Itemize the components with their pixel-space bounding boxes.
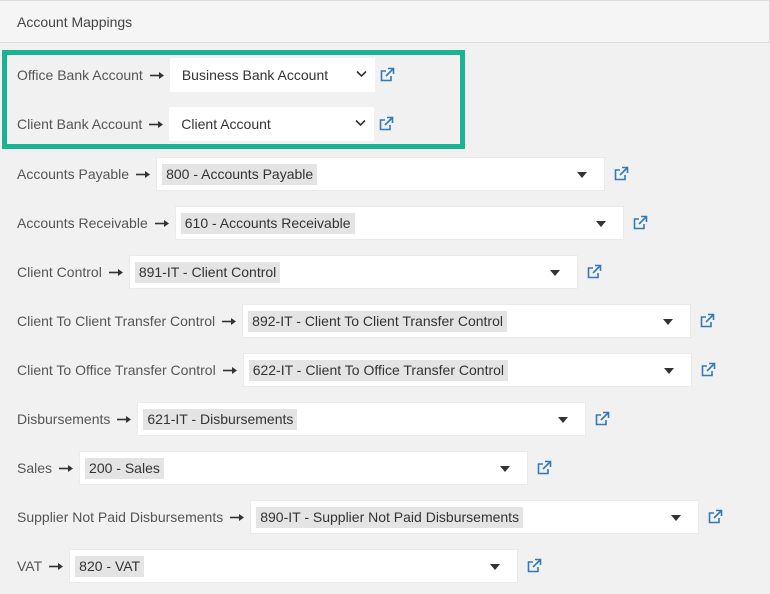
caret-down-icon <box>671 515 682 521</box>
external-link-icon[interactable] <box>699 313 715 329</box>
mapping-row-supplier-not-paid-disbursements: Supplier Not Paid Disbursements 890-IT -… <box>17 500 723 534</box>
right-arrow-icon <box>230 513 245 522</box>
caret-down-icon <box>500 466 511 472</box>
mapping-label: Client Bank Account <box>17 116 143 132</box>
client-to-office-transfer-control-select[interactable]: 622-IT - Client To Office Transfer Contr… <box>242 353 692 387</box>
caret-down-icon <box>558 417 569 423</box>
select-value: 622-IT - Client To Office Transfer Contr… <box>248 359 509 381</box>
mapping-label: Client To Client Transfer Control <box>17 313 216 329</box>
mapping-row-disbursements: Disbursements 621-IT - Disbursements <box>17 402 610 436</box>
mapping-row-accounts-payable: Accounts Payable 800 - Accounts Payable <box>17 157 629 191</box>
mapping-label: Accounts Receivable <box>17 215 148 231</box>
caret-down-icon <box>595 221 606 227</box>
select-value: 610 - Accounts Receivable <box>180 212 355 234</box>
external-link-icon[interactable] <box>536 460 552 476</box>
sales-select[interactable]: 200 - Sales <box>79 451 529 485</box>
external-link-icon[interactable] <box>594 411 610 427</box>
mapping-label: Accounts Payable <box>17 166 130 182</box>
select-value: 200 - Sales <box>85 457 164 479</box>
accounts-payable-select[interactable]: 800 - Accounts Payable <box>156 157 606 191</box>
select-value: 800 - Accounts Payable <box>162 163 318 185</box>
caret-down-icon <box>663 368 674 374</box>
caret-down-icon <box>490 564 501 570</box>
select-value: 820 - VAT <box>75 555 145 577</box>
external-link-icon[interactable] <box>586 264 602 280</box>
mapping-row-sales: Sales 200 - Sales <box>17 451 552 485</box>
mapping-row-accounts-receivable: Accounts Receivable 610 - Accounts Recei… <box>17 206 648 240</box>
mapping-row-vat: VAT 820 - VAT <box>17 549 542 583</box>
client-to-client-transfer-control-select[interactable]: 892-IT - Client To Client Transfer Contr… <box>242 304 692 338</box>
select-value: 891-IT - Client Control <box>134 261 281 283</box>
right-arrow-icon <box>108 268 123 277</box>
accounts-receivable-select[interactable]: 610 - Accounts Receivable <box>174 206 624 240</box>
external-link-icon[interactable] <box>378 116 394 132</box>
external-link-icon[interactable] <box>613 166 629 182</box>
chevron-down-icon <box>356 70 367 78</box>
external-link-icon[interactable] <box>379 67 395 83</box>
mapping-label: Sales <box>17 460 53 476</box>
select-value: 892-IT - Client To Client Transfer Contr… <box>248 310 507 332</box>
right-arrow-icon <box>59 464 74 473</box>
mapping-label: Disbursements <box>17 411 111 427</box>
mapping-row-client-control: Client Control 891-IT - Client Control <box>17 255 602 289</box>
right-arrow-icon <box>149 71 164 80</box>
right-arrow-icon <box>136 170 151 179</box>
right-arrow-icon <box>117 415 132 424</box>
select-value: Business Bank Account <box>181 66 329 83</box>
right-arrow-icon <box>222 317 237 326</box>
page-title: Account Mappings <box>17 14 133 30</box>
right-arrow-icon <box>154 219 169 228</box>
mapping-label: Client Control <box>17 264 102 280</box>
right-arrow-icon <box>222 366 237 375</box>
mapping-label: Office Bank Account <box>17 67 143 83</box>
caret-down-icon <box>549 270 560 276</box>
mapping-row-client-to-office-transfer-control: Client To Office Transfer Control 622-IT… <box>17 353 716 387</box>
mapping-row-office-bank-account: Office Bank Account Business Bank Accoun… <box>17 58 395 92</box>
external-link-icon[interactable] <box>526 558 542 574</box>
select-value: 621-IT - Disbursements <box>143 408 298 430</box>
select-value: 890-IT - Supplier Not Paid Disbursements <box>256 506 524 528</box>
right-arrow-icon <box>149 120 164 129</box>
caret-down-icon <box>663 319 674 325</box>
mapping-row-client-bank-account: Client Bank Account Client Account <box>17 107 394 141</box>
external-link-icon[interactable] <box>707 509 723 525</box>
mapping-label: Supplier Not Paid Disbursements <box>17 509 224 525</box>
caret-down-icon <box>577 172 588 178</box>
mapping-row-client-to-client-transfer-control: Client To Client Transfer Control 892-IT… <box>17 304 715 338</box>
external-link-icon[interactable] <box>632 215 648 231</box>
select-value: Client Account <box>181 115 271 132</box>
mapping-label: VAT <box>17 558 43 574</box>
client-bank-account-select[interactable]: Client Account <box>169 107 375 141</box>
mapping-label: Client To Office Transfer Control <box>17 362 216 378</box>
client-control-select[interactable]: 891-IT - Client Control <box>128 255 578 289</box>
supplier-not-paid-disbursements-select[interactable]: 890-IT - Supplier Not Paid Disbursements <box>250 500 700 534</box>
chevron-down-icon <box>355 119 366 127</box>
disbursements-select[interactable]: 621-IT - Disbursements <box>137 402 587 436</box>
external-link-icon[interactable] <box>700 362 716 378</box>
right-arrow-icon <box>49 562 64 571</box>
office-bank-account-select[interactable]: Business Bank Account <box>169 58 375 92</box>
vat-select[interactable]: 820 - VAT <box>69 549 519 583</box>
panel-header: Account Mappings <box>0 0 770 43</box>
